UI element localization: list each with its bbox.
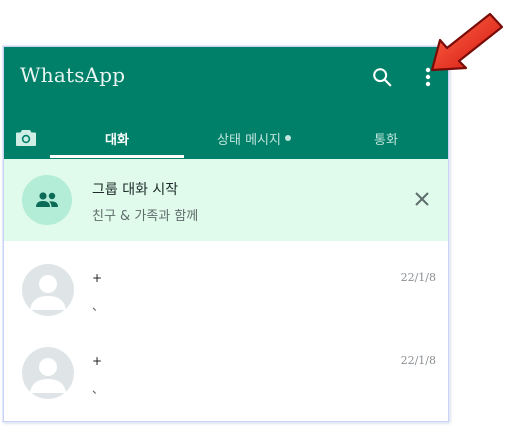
- tab-calls-label: 통화: [374, 132, 398, 148]
- search-icon: [373, 68, 392, 87]
- close-icon: [415, 192, 429, 206]
- chat-last-message: 、: [92, 299, 105, 313]
- default-avatar-icon: [30, 358, 66, 393]
- search-button[interactable]: [368, 63, 396, 91]
- chat-list-item[interactable]: + 、 22/1/8: [4, 342, 448, 421]
- tab-bar: 대화 상태 메시지 통화: [4, 117, 448, 159]
- group-icon: [36, 192, 58, 207]
- chat-list-item[interactable]: + 、 22/1/8: [4, 259, 448, 341]
- tab-calls[interactable]: 통화: [324, 117, 448, 159]
- tab-chats[interactable]: 대화: [50, 117, 184, 159]
- chat-last-message: 、: [92, 382, 105, 396]
- banner-close-button[interactable]: [408, 185, 436, 213]
- contact-avatar: [22, 264, 74, 316]
- group-avatar: [22, 175, 72, 225]
- chat-timestamp: 22/1/8: [400, 271, 436, 284]
- tab-chats-label: 대화: [105, 132, 129, 148]
- banner-subtitle: 친구 & 가족과 함께: [92, 209, 199, 224]
- camera-icon: [16, 130, 36, 146]
- default-avatar-icon: [30, 275, 66, 310]
- selected-tab-indicator: [50, 155, 184, 158]
- chat-timestamp: 22/1/8: [400, 354, 436, 367]
- chat-contact-name: +: [92, 271, 103, 285]
- contact-avatar: [22, 347, 74, 399]
- status-update-dot: [284, 135, 291, 141]
- tab-status-label: 상태 메시지: [217, 132, 281, 148]
- annotation-arrow-icon: [430, 12, 504, 72]
- start-group-banner[interactable]: 그룹 대화 시작 친구 & 가족과 함께: [4, 159, 448, 241]
- banner-title: 그룹 대화 시작: [92, 182, 179, 198]
- tab-status[interactable]: 상태 메시지: [184, 117, 324, 159]
- tab-camera[interactable]: [8, 117, 44, 159]
- whatsapp-window: WhatsApp 대화 상태 메시지 통화 그룹 대화 시작 친구 & 가족과 …: [3, 46, 449, 422]
- app-bar: WhatsApp 대화 상태 메시지 통화: [4, 47, 448, 159]
- chat-contact-name: +: [92, 354, 103, 368]
- app-title: WhatsApp: [20, 63, 126, 87]
